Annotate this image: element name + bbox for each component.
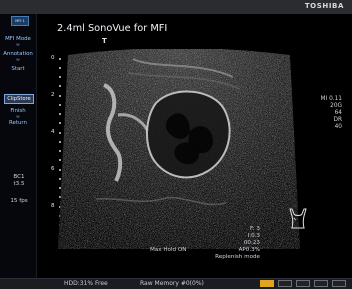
parameter-line: 40 [334,124,342,130]
scroll-arrow-icon: ≈ [15,42,21,48]
menu-item-label: Return [9,120,27,126]
preset-line: t3.5 [13,181,25,187]
menu-item-annotation[interactable]: Annotation ≈ [0,51,36,63]
status-icons [260,280,346,288]
imaging-parameters: MI 0.11 20G 64 DR 40 [302,96,342,131]
raw-memory-status: Raw Memory #0(0%) [140,280,204,287]
menu-item-finish[interactable]: Finish ≈ [0,108,36,120]
record-icon[interactable] [260,280,274,287]
menu-item-mfi-mode[interactable]: MFI Mode ≈ [0,36,36,48]
scroll-arrow-icon: ≈ [15,57,21,63]
max-hold-status: Max Hold ON [150,247,187,253]
mechanical-index: MI 0.11 [320,96,342,102]
left-control-panel: MFI 1 MFI Mode ≈ Annotation ≈ Start Clip… [0,14,37,278]
menu-item-return[interactable]: Return [0,120,36,127]
mode-chip: MFI 1 [11,16,29,26]
menu-item-label: Start [11,66,25,72]
depth-label: 8 [51,203,55,209]
parameter-line: 20G [330,103,342,109]
mfi-info-line: I:0.3 [247,233,260,239]
replenish-mode: Replenish mode [215,254,260,260]
depth-label: 6 [51,166,55,172]
image-title: 2.4ml SonoVue for MFI [57,23,168,34]
frame-rate: 15 fps [10,198,28,204]
media-icon[interactable] [314,280,328,287]
depth-label: 2 [51,92,55,98]
top-bar: TOSHIBA [0,0,352,14]
preset-line: BC1 [13,174,25,180]
body-mark-icon [289,208,307,229]
mfi-info-line: AP0.3% [238,247,260,253]
parameter-line: DR [333,117,343,123]
mfi-info-line: 00:23 [243,240,260,246]
mfi-info-line: F: 3 [249,226,260,232]
parameter-line: 64 [334,110,342,116]
clipstore-button[interactable]: ClipStore [4,94,34,104]
depth-label: 4 [51,129,55,135]
transducer-marker: T [102,37,107,45]
ultrasound-image [58,49,300,249]
hdd-status: HDD:31% Free [64,280,108,287]
depth-label: 0 [51,55,55,61]
status-bar: HDD:31% Free Raw Memory #0(0%) [0,278,352,289]
menu-item-start[interactable]: Start [0,66,36,73]
mfi-info: F: 3 I:0.3 00:23 Max Hold ON AP0.3% Repl… [150,226,260,261]
brand-logo: TOSHIBA [304,2,344,10]
media-icon[interactable] [332,280,346,287]
media-icon[interactable] [296,280,310,287]
mfi-info-row: Max Hold ON AP0.3% [150,247,260,254]
media-icon[interactable] [278,280,292,287]
ultrasound-screen: TOSHIBA MFI 1 MFI Mode ≈ Annotation ≈ St… [0,0,352,289]
